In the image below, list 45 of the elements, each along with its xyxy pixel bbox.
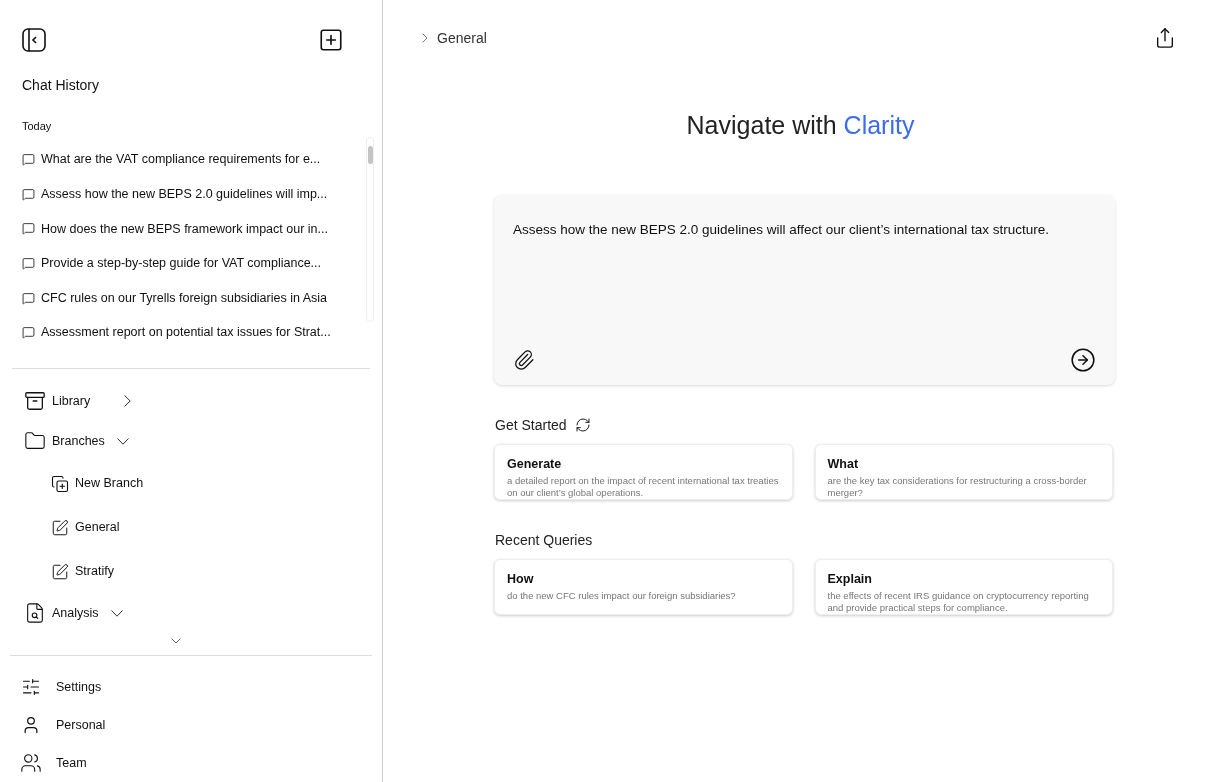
collapse-sidebar-icon[interactable] bbox=[22, 28, 46, 52]
prompt-box[interactable]: Assess how the new BEPS 2.0 guidelines will affect our client’s international tax structure. bbox=[494, 194, 1115, 385]
chat-history-item[interactable]: How does the new BEPS framework impact our in... bbox=[22, 211, 366, 247]
team-icon bbox=[20, 752, 42, 775]
nav-subitem[interactable]: Stratify bbox=[24, 550, 382, 594]
menu-item[interactable]: Personal bbox=[20, 706, 382, 745]
settings-icon bbox=[21, 677, 41, 698]
chat-history-item[interactable]: Assessment report on potential tax issues for Strat... bbox=[22, 315, 366, 351]
share-icon[interactable] bbox=[1154, 27, 1176, 49]
suggestion-card[interactable]: What are the key tax considerations for restructuring a cross-border merger? bbox=[814, 443, 1113, 500]
nav-item[interactable]: Analysis bbox=[24, 593, 382, 634]
chat-history-item[interactable]: What are the VAT compliance requirements for e... bbox=[22, 142, 366, 178]
attach-icon[interactable] bbox=[513, 348, 535, 371]
send-icon[interactable] bbox=[1070, 346, 1096, 373]
archive-icon bbox=[24, 390, 46, 413]
nav-item[interactable]: Branches bbox=[24, 421, 382, 462]
nav-subitem[interactable]: New Branch bbox=[24, 462, 382, 506]
sidebar-title: Chat History bbox=[21, 76, 101, 95]
refresh-icon[interactable] bbox=[574, 417, 591, 433]
chat-icon bbox=[22, 187, 35, 201]
chat-history-item[interactable]: CFC rules on our Tyrells foreign subsidiaries in Asia bbox=[22, 280, 366, 316]
section-title: Get Started bbox=[495, 415, 567, 435]
chat-icon bbox=[22, 257, 35, 271]
edit-icon bbox=[51, 562, 69, 581]
suggestion-card[interactable]: Generate a detailed report on the impact of recent international tax treaties on our client’s global operations. bbox=[494, 443, 793, 500]
add-copy-icon bbox=[51, 474, 69, 493]
document-search-icon bbox=[24, 602, 46, 625]
section-label: Today bbox=[21, 119, 53, 134]
chat-icon bbox=[22, 153, 35, 167]
chat-history-item[interactable]: Provide a step-by-step guide for VAT compliance... bbox=[22, 246, 366, 281]
page-heading: Navigate with Clarity bbox=[685, 110, 916, 141]
edit-icon bbox=[51, 518, 69, 537]
chat-history-item[interactable]: Assess how the new BEPS 2.0 guidelines will imp... bbox=[22, 177, 366, 212]
chat-icon bbox=[22, 326, 35, 340]
new-chat-icon[interactable] bbox=[318, 27, 344, 53]
chat-icon bbox=[22, 291, 35, 305]
chat-icon bbox=[22, 222, 35, 236]
nav-item[interactable]: Library bbox=[24, 381, 382, 422]
section-title: Recent Queries bbox=[495, 530, 593, 550]
suggestion-card[interactable]: Explain the effects of recent IRS guidance on cryptocurrency reporting and provide practical steps for compliance. bbox=[814, 558, 1113, 615]
breadcrumb[interactable]: General bbox=[417, 27, 487, 49]
menu-item[interactable]: Team bbox=[20, 744, 382, 782]
suggestion-card[interactable]: How do the new CFC rules impact our foreign subsidiaries? bbox=[494, 558, 793, 615]
menu-item[interactable]: Settings bbox=[20, 668, 382, 707]
nav-subitem[interactable]: General bbox=[24, 506, 382, 550]
